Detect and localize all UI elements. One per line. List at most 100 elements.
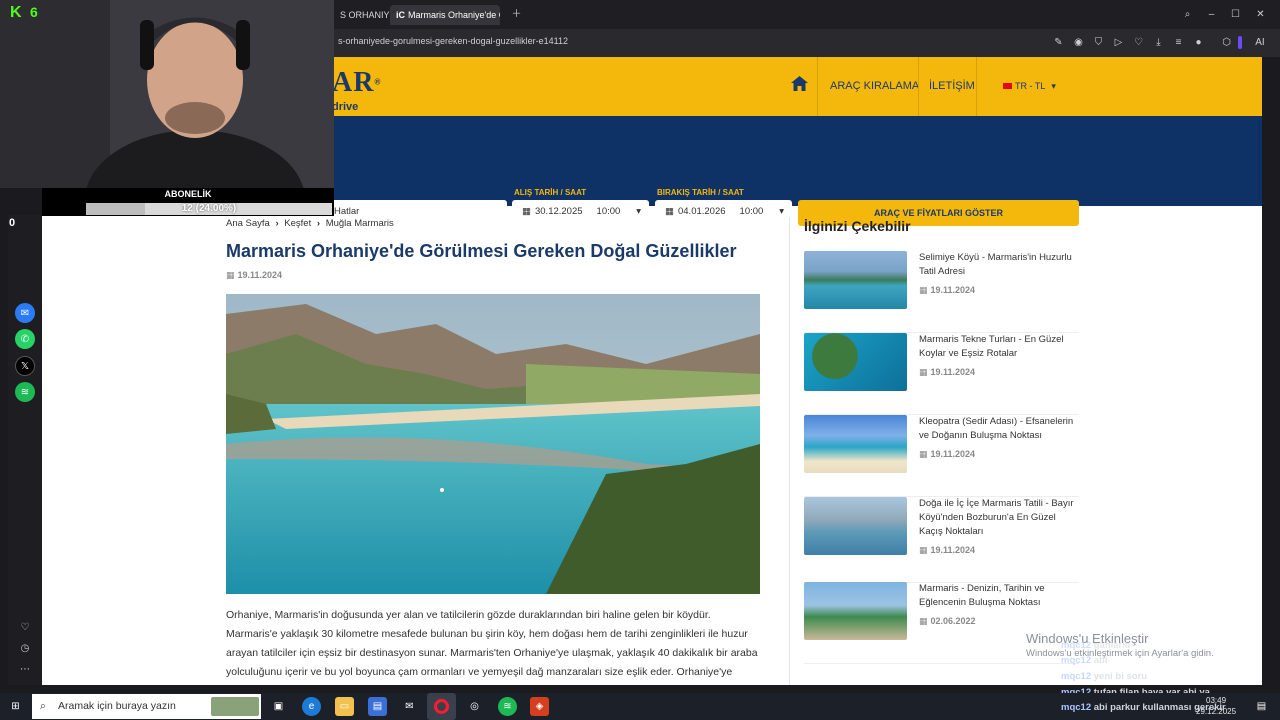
edge-icon[interactable]: e xyxy=(302,697,321,716)
notification-icon[interactable]: ▤ xyxy=(1252,697,1271,716)
camera-icon[interactable]: ◉ xyxy=(1072,36,1085,49)
chevron-right-icon: › xyxy=(275,218,279,229)
whatsapp-icon[interactable]: ✆ xyxy=(15,329,35,349)
tab-label: S ORHANIYE - xyxy=(340,10,390,20)
profile-icon[interactable]: ● xyxy=(1192,36,1205,49)
calendar-icon: ▦ xyxy=(919,616,928,626)
logo-tagline: drive xyxy=(332,101,359,113)
task-view-icon[interactable]: ▣ xyxy=(269,697,288,716)
calendar-icon: ▦ xyxy=(522,206,531,217)
nav-contact-link[interactable]: İLETİŞİM xyxy=(929,80,975,92)
minimize-icon[interactable]: – xyxy=(1205,8,1218,21)
close-icon[interactable]: ✕ xyxy=(1254,8,1267,21)
more-icon[interactable]: ⋯ xyxy=(15,659,35,679)
opera-icon xyxy=(434,699,449,714)
sidebar-article-date: ▦ 02.06.2022 xyxy=(919,616,976,627)
store-icon[interactable]: ▤ xyxy=(368,697,387,716)
chat-user: mqc12 xyxy=(1061,655,1092,666)
caret-down-icon: ▾ xyxy=(636,206,641,217)
calendar-icon: ▦ xyxy=(919,285,928,295)
spotify-icon[interactable]: ≋ xyxy=(15,382,35,402)
mail-icon[interactable]: ✉ xyxy=(400,697,419,716)
return-label: BIRAKIŞ TARİH / SAAT xyxy=(657,188,744,197)
sidebar-article[interactable]: Selimiye Köyü - Marmaris'in Huzurlu Tati… xyxy=(804,251,1079,333)
file-explorer-icon[interactable]: ▭ xyxy=(335,697,354,716)
menu-icon[interactable]: ≡ xyxy=(1172,36,1185,49)
download-icon[interactable]: ⤓ xyxy=(1152,36,1165,49)
subscription-count: 12 (24.00%) xyxy=(181,203,237,214)
app-icon[interactable]: ◈ xyxy=(530,697,549,716)
chat-text: yeni bi soru xyxy=(1093,671,1148,682)
play-icon[interactable]: ▷ xyxy=(1112,36,1125,49)
pickup-label: ALIŞ TARİH / SAAT xyxy=(514,188,587,197)
messenger-icon[interactable]: ✉ xyxy=(15,303,35,323)
spotify-taskbar-icon[interactable]: ≋ xyxy=(498,697,517,716)
article-date-text: 19.11.2024 xyxy=(237,270,283,280)
url-text[interactable]: s-orhaniyede-gorulmesi-gereken-dogal-guz… xyxy=(338,36,568,46)
maximize-icon[interactable]: ☐ xyxy=(1229,8,1242,21)
home-icon[interactable] xyxy=(791,76,808,94)
webcam-overlay xyxy=(0,0,334,188)
article-body: Orhaniye, Marmaris'in doğusunda yer alan… xyxy=(226,609,758,678)
caret-down-icon: ▾ xyxy=(779,206,784,217)
turkey-flag-icon xyxy=(1003,83,1012,89)
sidebar-article[interactable]: Doğa ile İç İçe Marmaris Tatili - Bayır … xyxy=(804,497,1079,583)
chat-user: mqc12 xyxy=(1061,671,1092,682)
date-text: 19.11.2024 xyxy=(930,449,976,459)
accent-bar-icon xyxy=(1238,36,1242,49)
history-icon[interactable]: ◷ xyxy=(15,638,35,658)
x-icon[interactable]: 𝕏 xyxy=(15,356,35,376)
ai-button[interactable]: AI xyxy=(1249,36,1271,49)
article-title: Marmaris Orhaniye'de Görülmesi Gereken D… xyxy=(226,241,737,261)
search-icon: ⌕ xyxy=(40,700,46,712)
article-hero-image xyxy=(226,294,760,594)
date-text: 19.11.2024 xyxy=(930,285,976,295)
subscription-goal: ABONELİK 12 (24.00%) xyxy=(42,188,334,216)
chat-text: abi parkur kullanması gerekir xyxy=(1093,702,1226,713)
nav-rent-link[interactable]: ARAÇ KIRALAMA xyxy=(830,80,919,92)
search-highlight-icon xyxy=(211,697,259,716)
chat-text: abi xyxy=(1093,655,1108,666)
obs-icon[interactable]: ◎ xyxy=(465,697,484,716)
date-text: 02.06.2022 xyxy=(930,616,976,626)
breadcrumb-marmaris[interactable]: Muğla Marmaris xyxy=(326,218,394,229)
chat-message: mqc12 ganlaria xyxy=(1061,640,1130,651)
sidebar-article-title: Kleopatra (Sedir Adası) - Efsanelerin ve… xyxy=(919,416,1074,441)
language-selector[interactable]: TR - TL ▾ xyxy=(1003,81,1056,92)
taskbar-search[interactable]: ⌕ Aramak için buraya yazın xyxy=(32,694,261,719)
edit-icon[interactable]: ✎ xyxy=(1052,36,1065,49)
kick-logo-icon: K xyxy=(10,4,22,21)
nav-divider xyxy=(918,57,919,116)
nav-divider xyxy=(817,57,818,116)
heart-icon[interactable]: ♡ xyxy=(1132,36,1145,49)
chat-user: mqc12 xyxy=(1061,640,1092,651)
sidebar-article-title: Doğa ile İç İçe Marmaris Tatili - Bayır … xyxy=(919,498,1074,537)
nav-divider xyxy=(976,57,977,116)
heart-icon[interactable]: ♡ xyxy=(15,617,35,637)
site-favicon-icon: iC xyxy=(396,10,405,20)
breadcrumb: Ana Sayfa › Keşfet › Muğla Marmaris xyxy=(226,218,394,229)
pickup-datetime-field[interactable]: ▦ 30.12.2025 10:00 ▾ xyxy=(512,200,649,224)
opera-taskbar-button[interactable] xyxy=(427,693,456,720)
breadcrumb-home[interactable]: Ana Sayfa xyxy=(226,218,270,229)
article-date: ▦ 19.11.2024 xyxy=(226,270,282,281)
windows-start-icon[interactable]: ⊞ xyxy=(6,697,25,716)
calendar-icon: ▦ xyxy=(665,206,674,217)
sidebar-article[interactable]: Kleopatra (Sedir Adası) - Efsanelerin ve… xyxy=(804,415,1079,497)
calendar-icon: ▦ xyxy=(226,270,235,280)
sidebar-article[interactable]: Marmaris Tekne Turları - En Güzel Koylar… xyxy=(804,333,1079,415)
shield-icon[interactable]: ⛉ xyxy=(1092,36,1105,49)
kick-viewer-count: 6 xyxy=(30,4,38,20)
chat-message: mqc12 yeni bi soru xyxy=(1061,671,1147,682)
return-datetime-field[interactable]: ▦ 04.01.2026 10:00 ▾ xyxy=(655,200,792,224)
site-logo[interactable]: AR® drive xyxy=(332,67,381,113)
breadcrumb-explore[interactable]: Keşfet xyxy=(284,218,311,229)
extension-icon[interactable]: ⬡ xyxy=(1220,36,1233,49)
browser-tab[interactable]: S ORHANIYE - xyxy=(334,5,390,25)
chevron-right-icon: › xyxy=(316,218,321,229)
sidebar-article-date: ▦ 19.11.2024 xyxy=(919,545,975,556)
new-tab-icon[interactable]: ＋ xyxy=(510,8,523,21)
logo-registered: ® xyxy=(374,77,381,87)
search-tabs-icon[interactable]: ⌕ xyxy=(1181,8,1194,21)
browser-tab-active[interactable]: iCMarmaris Orhaniye'de Gö xyxy=(390,5,500,25)
